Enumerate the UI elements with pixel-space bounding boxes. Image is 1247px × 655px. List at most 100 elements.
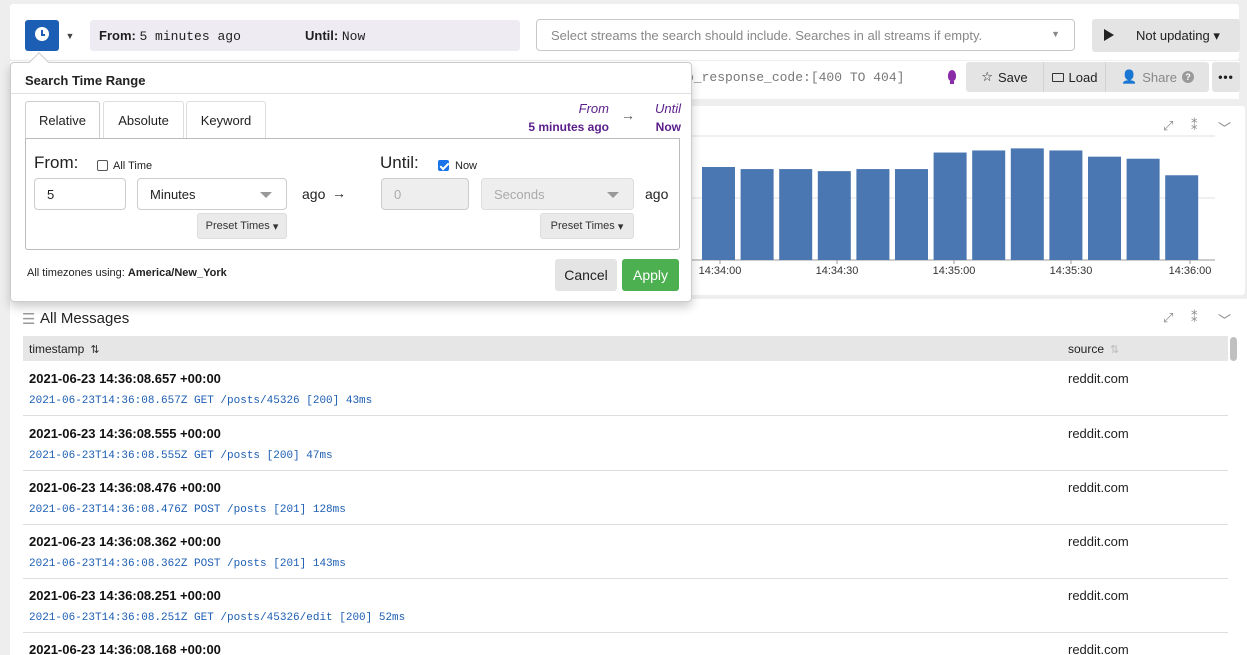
histogram-bar[interactable] <box>1165 175 1199 260</box>
column-header-timestamp[interactable]: timestamp ⇅ <box>29 342 100 356</box>
tab-label: Keyword <box>200 112 252 128</box>
messages-title: All Messages <box>40 310 130 327</box>
row-message: 2021-06-23T14:36:08.476Z POST /posts [20… <box>29 504 346 516</box>
until-amount-input[interactable]: 0 <box>381 178 469 210</box>
lightbulb-base <box>950 81 954 84</box>
histogram-bar[interactable] <box>933 152 967 260</box>
compress-icon[interactable]: ⁑ <box>1191 310 1198 326</box>
histogram-bar[interactable] <box>856 169 890 260</box>
row-message: 2021-06-23T14:36:08.555Z GET /posts [200… <box>29 450 333 462</box>
table-row[interactable]: 2021-06-23 14:36:08.555 +00:00 2021-06-2… <box>23 416 1228 471</box>
histogram-bar[interactable] <box>895 169 928 260</box>
row-timestamp: 2021-06-23 14:36:08.168 +00:00 <box>29 642 221 655</box>
relative-tab-panel: From: All Time 5 Minutes ago → Preset Ti… <box>25 138 680 250</box>
load-label: Load <box>1068 69 1098 85</box>
drag-handle-icon[interactable]: ☰ <box>22 310 35 328</box>
from-ago-label: ago <box>302 186 326 202</box>
scrollbar[interactable] <box>1230 337 1237 361</box>
row-source: reddit.com <box>1068 534 1129 549</box>
clock-icon <box>35 27 49 41</box>
histogram-bar[interactable] <box>1088 156 1121 260</box>
from-amount-input[interactable]: 5 <box>34 178 126 210</box>
play-icon <box>1104 29 1114 41</box>
sort-icon[interactable]: ⇅ <box>1110 344 1119 356</box>
row-timestamp: 2021-06-23 14:36:08.251 +00:00 <box>29 588 221 603</box>
share-label: Share <box>1142 69 1177 85</box>
time-range-popover: Search Time Range Relative Absolute Keyw… <box>10 62 692 302</box>
chevron-down-icon <box>260 192 272 198</box>
table-row[interactable]: 2021-06-23 14:36:08.362 +00:00 2021-06-2… <box>23 524 1228 579</box>
x-tick-label: 14:34:00 <box>699 265 742 277</box>
tab-absolute[interactable]: Absolute <box>103 101 184 139</box>
histogram-bar[interactable] <box>702 167 735 260</box>
histogram-bar[interactable] <box>1049 150 1083 260</box>
histogram-bar[interactable] <box>972 150 1006 260</box>
chevron-down-icon[interactable]: ﹀ <box>1218 310 1231 329</box>
arrow-right-icon: → <box>621 107 635 123</box>
refresh-label: Not updating <box>1136 28 1210 43</box>
x-tick-label: 14:36:00 <box>1169 265 1212 277</box>
row-source: reddit.com <box>1068 588 1129 603</box>
save-button[interactable]: ☆ Save <box>966 62 1044 92</box>
divider <box>11 93 691 94</box>
histogram-bar[interactable] <box>740 169 774 260</box>
summary-until-value: Now <box>655 120 681 134</box>
from-unit-select[interactable]: Minutes <box>137 178 287 210</box>
cancel-button[interactable]: Cancel <box>555 259 617 291</box>
tab-relative[interactable]: Relative <box>25 101 100 139</box>
time-range-summary[interactable]: From: 5 minutes ago Until: Now <box>90 20 520 51</box>
preset-label: Preset Times <box>550 220 615 232</box>
lightbulb-icon[interactable] <box>948 70 956 81</box>
x-tick-label: 14:35:30 <box>1050 265 1093 277</box>
chevron-down-icon <box>607 192 619 198</box>
histogram-bar[interactable] <box>1010 148 1044 260</box>
histogram-bar[interactable] <box>779 169 813 260</box>
x-tick-label: 14:34:30 <box>816 265 859 277</box>
popover-title: Search Time Range <box>25 73 146 88</box>
more-button[interactable]: ••• <box>1212 62 1240 92</box>
row-source: reddit.com <box>1068 642 1129 655</box>
table-row[interactable]: 2021-06-23 14:36:08.168 +00:00 reddit.co… <box>23 632 1228 655</box>
arrow-right-icon: → <box>332 185 346 201</box>
row-source: reddit.com <box>1068 480 1129 495</box>
histogram-bar[interactable] <box>1126 158 1160 260</box>
from-label: From <box>99 28 132 43</box>
time-range-caret-icon[interactable]: ▼ <box>60 20 80 51</box>
tab-label: Relative <box>39 113 86 128</box>
table-row[interactable]: 2021-06-23 14:36:08.657 +00:00 2021-06-2… <box>23 361 1228 416</box>
row-timestamp: 2021-06-23 14:36:08.555 +00:00 <box>29 426 221 441</box>
row-source: reddit.com <box>1068 426 1129 441</box>
row-message: 2021-06-23T14:36:08.362Z POST /posts [20… <box>29 558 346 570</box>
table-header: timestamp ⇅ source ⇅ <box>23 336 1228 361</box>
add-user-icon: 👤 <box>1121 69 1138 84</box>
load-button[interactable]: Load <box>1044 62 1106 92</box>
row-timestamp: 2021-06-23 14:36:08.476 +00:00 <box>29 480 221 495</box>
summary-until-label: Until <box>654 101 681 116</box>
apply-button[interactable]: Apply <box>622 259 679 291</box>
table-row[interactable]: 2021-06-23 14:36:08.476 +00:00 2021-06-2… <box>23 470 1228 525</box>
refresh-button[interactable]: Not updating ▾ <box>1092 19 1240 52</box>
now-checkbox[interactable] <box>438 160 449 171</box>
until-label: Until: <box>380 153 419 172</box>
until-preset-button[interactable]: Preset Times ▾ <box>540 213 634 239</box>
column-header-source[interactable]: source ⇅ <box>1068 342 1119 356</box>
sort-icon[interactable]: ⇅ <box>90 344 99 356</box>
chevron-down-icon: ▼ <box>1051 29 1060 39</box>
streams-select[interactable]: Select streams the search should include… <box>536 19 1075 51</box>
from-preset-button[interactable]: Preset Times ▾ <box>197 213 287 239</box>
all-time-checkbox[interactable] <box>97 160 108 171</box>
query-input[interactable]: p_response_code:[400 TO 404] <box>686 70 904 85</box>
until-value: Now <box>341 29 366 44</box>
until-unit-select[interactable]: Seconds <box>481 178 634 210</box>
expand-icon[interactable]: ⤢ <box>1163 310 1173 326</box>
column-label: timestamp <box>29 342 85 356</box>
until-label: Until <box>305 28 334 43</box>
table-row[interactable]: 2021-06-23 14:36:08.251 +00:00 2021-06-2… <box>23 578 1228 633</box>
x-tick-label: 14:35:00 <box>933 265 976 277</box>
streams-placeholder: Select streams the search should include… <box>551 28 983 43</box>
now-label: Now <box>455 160 478 172</box>
share-button[interactable]: 👤 Share? <box>1106 62 1209 92</box>
summary-from-value: 5 minutes ago <box>528 120 609 134</box>
tab-keyword[interactable]: Keyword <box>186 101 266 139</box>
histogram-bar[interactable] <box>817 171 851 260</box>
